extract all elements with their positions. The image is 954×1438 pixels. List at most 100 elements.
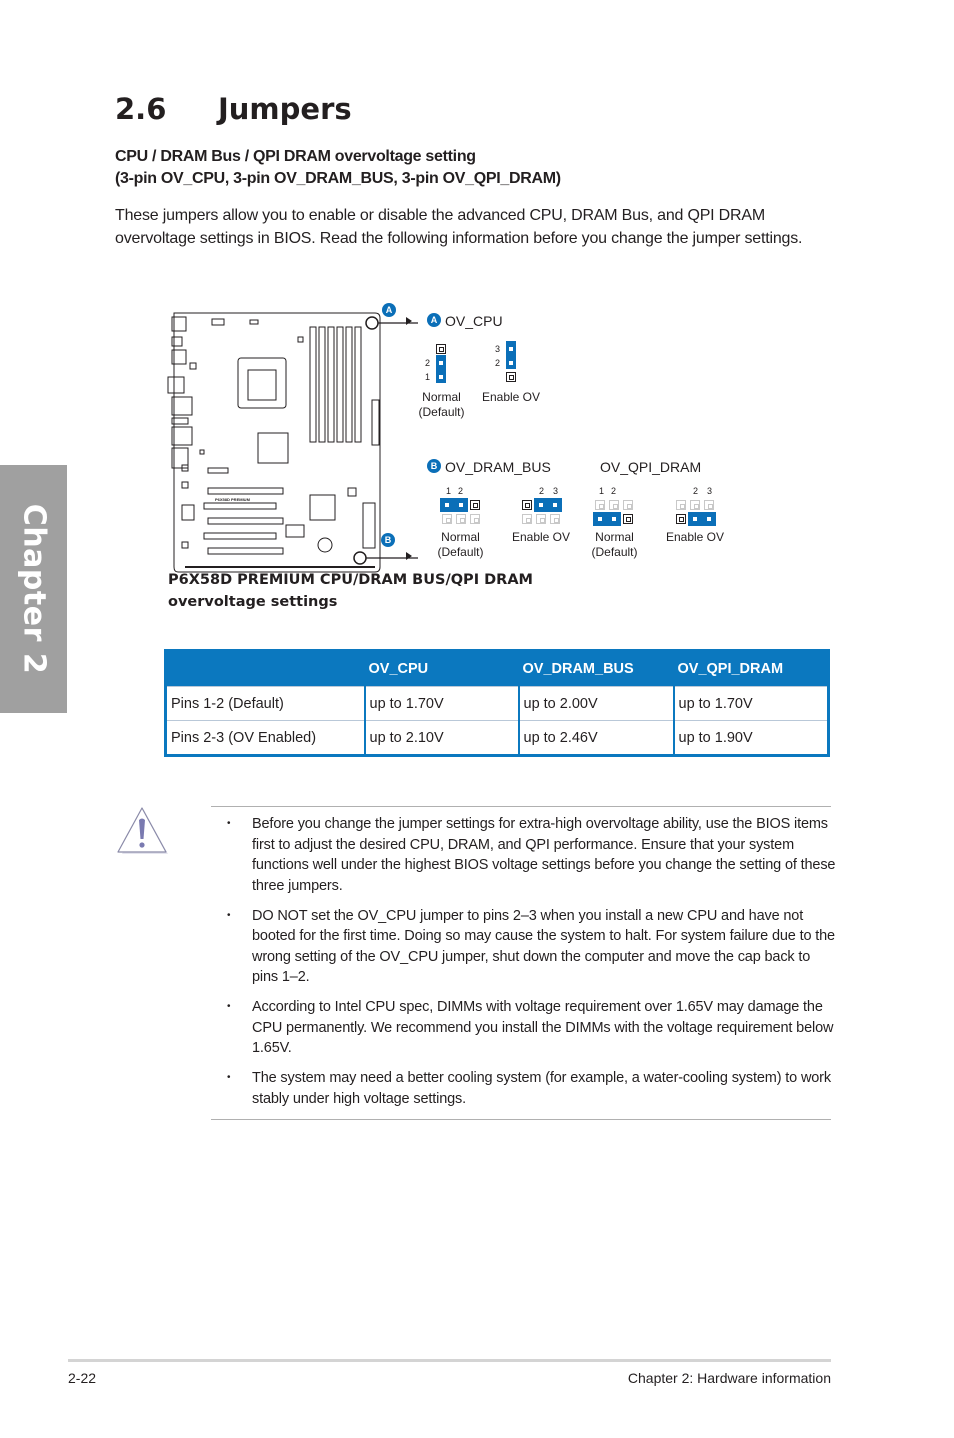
ov-cpu-badge: A [427,313,441,327]
jumper-subheading: CPU / DRAM Bus / QPI DRAM overvoltage se… [115,146,561,190]
subheading-line-1: CPU / DRAM Bus / QPI DRAM overvoltage se… [115,148,476,165]
pin-row-2 [470,514,480,524]
table-cell: up to 1.90V [672,720,829,756]
table-header: OV_QPI_DRAM [673,650,829,687]
pin-row-2 [536,514,546,524]
pcie-slot [207,547,284,555]
pcie-slot [203,532,277,540]
ov-dram-bus-normal-caption: Normal (Default) [433,530,488,560]
voltage-table: OV_CPU OV_DRAM_BUS OV_QPI_DRAM Pins 1-2 … [164,649,830,757]
ov-qpi-dram-label: OV_QPI_DRAM [600,459,702,475]
header [199,449,205,455]
caption-line: (Default) [418,405,465,419]
pin-2 [690,514,700,524]
pin-1 [442,500,452,510]
footer-rule [68,1359,831,1362]
pin-1-open [506,372,516,382]
header [181,541,189,549]
table-cell: up to 2.00V [517,686,674,721]
dimm-slots [309,326,362,443]
pcie-slot [203,502,277,510]
ov-cpu-normal-caption: Normal (Default) [414,390,469,420]
pin-label: 3 [553,486,559,496]
io-port [171,426,193,446]
pin-label: 3 [707,486,713,496]
table-header: OV_CPU [364,650,519,687]
cpu-socket-inner [247,369,277,401]
table-row: Pins 2-3 (OV Enabled) up to 2.10V up to … [165,720,829,756]
chapter-tab-label: Chapter 2 [16,503,51,675]
arrow-head-a [406,317,412,325]
power-connector [211,318,225,326]
cmos-battery [317,537,333,553]
pin-label: 2 [539,486,545,496]
table-cell: up to 2.10V [363,720,519,756]
note-item: DO NOT set the OV_CPU jumper to pins 2–3… [211,906,836,988]
ov-qpi-dram-normal-caption: Normal (Default) [587,530,642,560]
pin-row-1 [704,500,714,510]
ov-dram-bus-label: OV_DRAM_BUS [445,459,551,475]
figure-caption: P6X58D PREMIUM CPU/DRAM BUS/QPI DRAM ove… [168,569,533,613]
arrow-head-b [406,552,412,560]
page-number: 2-22 [68,1370,97,1386]
chapter-tab: Chapter 2 [0,465,67,713]
table-header [165,650,365,687]
pin-label: 2 [425,358,431,368]
header [297,336,304,343]
ov-qpi-dram-enable-caption: Enable OV [665,530,725,544]
caption-line: Normal [422,390,461,404]
pin-row-1 [609,500,619,510]
pin-row-2 [522,514,532,524]
table-cell: Pins 2-3 (OV Enabled) [165,720,365,756]
southbridge [309,494,336,521]
pin-2 [536,500,546,510]
pin-label: 3 [495,344,501,354]
pin-1 [436,372,446,382]
pin-2 [456,500,466,510]
ov-dram-bus-badge: B [427,459,441,473]
ov-cpu-enable-caption: Enable OV [481,390,541,404]
pin-label: 1 [599,486,605,496]
ov-dram-bus-enable-caption: Enable OV [511,530,571,544]
northbridge [257,432,289,464]
pcie-slot [207,517,284,525]
table-cell: up to 1.70V [672,686,829,721]
table-cell: up to 2.46V [517,720,674,756]
pin-3 [506,344,516,354]
caption-line: Normal [595,530,634,544]
header [285,524,305,538]
note-top-rule [211,806,831,807]
pin-2 [506,358,516,368]
pin-label: 1 [446,486,452,496]
pcie-slot [207,487,284,495]
header [207,467,229,474]
footer-chapter-title: Chapter 2: Hardware information [627,1370,831,1386]
pin-row-2 [456,514,466,524]
caption-line: (Default) [591,545,638,559]
note-item: Before you change the jumper settings fo… [211,814,836,896]
pin-label: 1 [425,372,431,382]
table-cell: up to 1.70V [363,686,519,721]
pin-3-open [436,344,446,354]
intro-paragraph: These jumpers allow you to enable or dis… [115,207,803,247]
pin-label: 2 [495,358,501,368]
pin-3 [704,514,714,524]
table-cell: Pins 1-2 (Default) [165,686,365,721]
pin-row-1 [690,500,700,510]
figure-caption-line-1: P6X58D PREMIUM CPU/DRAM BUS/QPI DRAM [168,572,533,588]
pin-row-2 [442,514,452,524]
ov-cpu-jumper-marker [365,316,379,330]
pin-row-1 [623,500,633,510]
callout-badge-b: B [381,533,395,547]
io-port [167,376,185,394]
pin-row-1 [676,500,686,510]
caption-line: (Default) [437,545,484,559]
pin-3 [550,500,560,510]
warning-icon [117,807,168,854]
atx-power [371,399,380,446]
pin-1-open [676,514,686,524]
io-port [171,396,193,416]
section-number: 2.6 [115,92,167,126]
header [181,481,189,489]
callout-badge-a: A [382,303,396,317]
